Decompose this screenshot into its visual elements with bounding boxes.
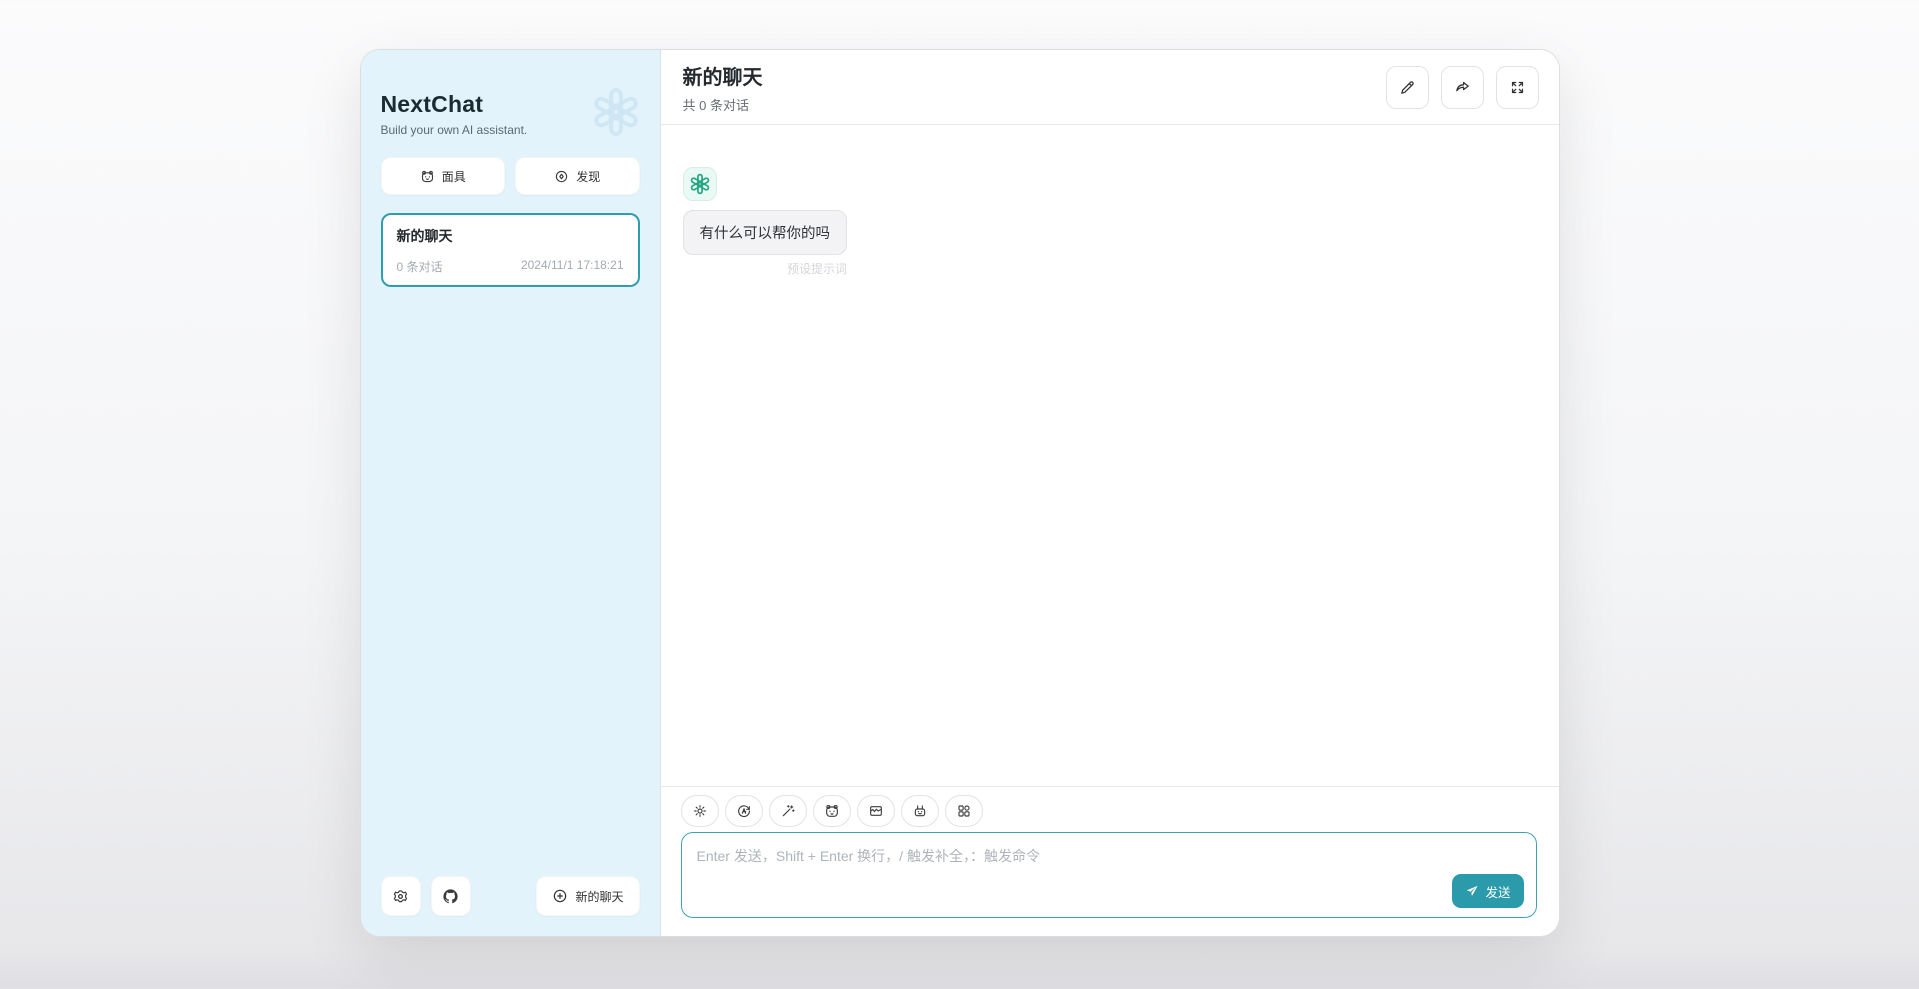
app-window: NextChat Build your own AI assistant. 面具: [360, 49, 1560, 937]
github-icon: [442, 888, 459, 905]
assistant-message-bubble[interactable]: 有什么可以帮你的吗: [683, 210, 848, 255]
masks-button[interactable]: [813, 795, 851, 827]
openai-logo-icon: [688, 172, 712, 196]
clear-context-icon: [868, 803, 884, 819]
new-chat-button-label: 新的聊天: [575, 888, 623, 905]
mask-button[interactable]: 面具: [381, 157, 506, 195]
send-button[interactable]: 发送: [1452, 874, 1523, 908]
theme-auto-button[interactable]: [725, 795, 763, 827]
message-list: 有什么可以帮你的吗 预设提示词: [661, 125, 1559, 786]
grid-icon: [956, 803, 972, 819]
chat-item-date: 2024/11/1 17:18:21: [521, 258, 624, 275]
mask-icon: [420, 169, 435, 184]
theme-auto-icon: [736, 803, 752, 819]
share-icon: [1454, 79, 1471, 96]
fullscreen-icon: [1509, 79, 1526, 96]
chat-settings-button[interactable]: [681, 795, 719, 827]
nextchat-watermark-logo-icon: [588, 84, 644, 140]
magic-wand-icon: [780, 803, 796, 819]
chat-item-title: 新的聊天: [397, 226, 624, 246]
chat-list: 新的聊天 0 条对话 2024/11/1 17:18:21: [381, 213, 640, 287]
clear-context-button[interactable]: [857, 795, 895, 827]
github-button[interactable]: [431, 876, 471, 916]
chat-input[interactable]: [681, 832, 1537, 918]
share-button[interactable]: [1441, 66, 1484, 109]
fullscreen-button[interactable]: [1496, 66, 1539, 109]
prompt-wand-button[interactable]: [769, 795, 807, 827]
pencil-icon: [1399, 79, 1416, 96]
plugins-button[interactable]: [945, 795, 983, 827]
preset-prompt-hint: 预设提示词: [787, 260, 847, 277]
discover-icon: [554, 169, 569, 184]
paper-plane-icon: [1465, 884, 1479, 898]
composer-toolbar: [681, 795, 1537, 827]
discover-button[interactable]: 发现: [515, 157, 640, 195]
settings-button[interactable]: [381, 876, 421, 916]
composer: 发送: [661, 786, 1559, 936]
chat-header: 新的聊天 共 0 条对话: [661, 50, 1559, 125]
plus-circle-icon: [552, 888, 568, 904]
sidebar-footer: 新的聊天: [381, 876, 640, 916]
rename-button[interactable]: [1386, 66, 1429, 109]
chat-panel: 新的聊天 共 0 条对话: [661, 50, 1559, 936]
send-button-label: 发送: [1485, 882, 1510, 901]
mask-icon: [824, 803, 840, 819]
mask-button-label: 面具: [442, 168, 466, 185]
chat-title: 新的聊天: [683, 61, 763, 90]
sidebar: NextChat Build your own AI assistant. 面具: [361, 50, 661, 936]
settings-icon: [392, 888, 409, 905]
robot-icon: [912, 803, 928, 819]
chat-message-count: 共 0 条对话: [683, 95, 763, 114]
chat-item-count: 0 条对话: [397, 258, 443, 275]
gear-icon: [692, 803, 708, 819]
assistant-avatar: [683, 167, 717, 201]
chat-list-item-selected[interactable]: 新的聊天 0 条对话 2024/11/1 17:18:21: [381, 213, 640, 287]
new-chat-button[interactable]: 新的聊天: [536, 876, 639, 916]
model-select-button[interactable]: [901, 795, 939, 827]
discover-button-label: 发现: [576, 168, 600, 185]
assistant-message: 有什么可以帮你的吗 预设提示词: [683, 167, 848, 277]
